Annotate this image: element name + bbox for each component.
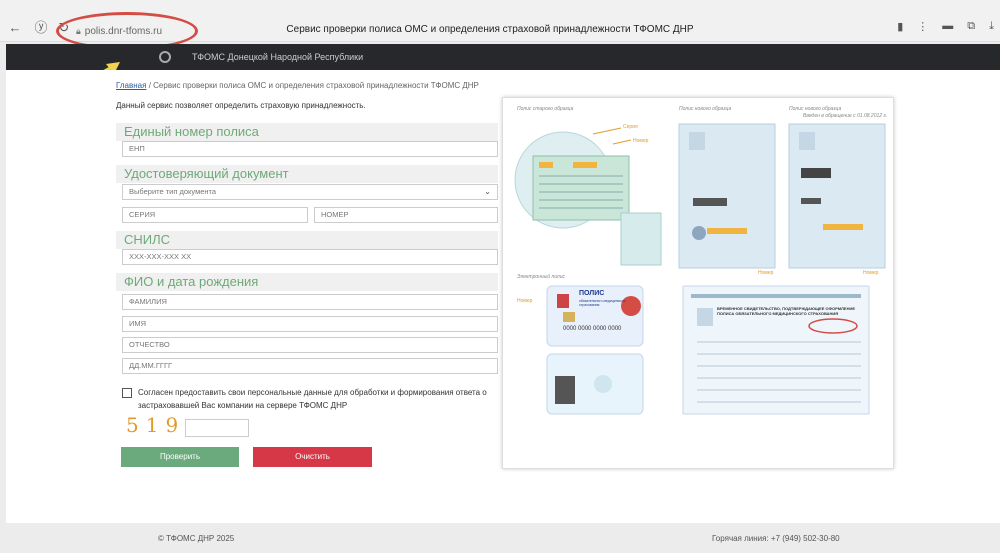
browser-toolbar: ← ⓨ ↻ 🔒︎ polis.dnr-tfoms.ru Сервис прове… <box>0 0 1000 50</box>
minimize-icon[interactable]: ▬ <box>942 20 953 33</box>
intro-text: Данный сервис позволяет определить страх… <box>116 101 366 110</box>
check-button[interactable]: Проверить <box>121 447 239 467</box>
policy-samples-image: Полис старого образца Полис нового образ… <box>502 97 894 469</box>
bookmark-icon[interactable]: ▮ <box>897 20 903 33</box>
site-brand[interactable]: ТФОМС Донецкой Народной Республики <box>192 52 363 62</box>
consent-checkbox[interactable] <box>122 388 132 398</box>
menu-dots-icon[interactable]: ⋮ <box>917 20 928 33</box>
seria-label: Серия <box>623 124 638 130</box>
electronic-caption: Электронный полис <box>517 274 566 280</box>
captcha-input[interactable] <box>185 419 249 437</box>
captcha-image: 519 <box>126 413 186 437</box>
breadcrumb-home-link[interactable]: Главная <box>116 81 146 90</box>
chevron-down-icon: ⌄ <box>484 187 491 196</box>
card-number: 0000 0000 0000 0000 <box>563 326 622 332</box>
new-policy-caption-2: Полис нового образца <box>789 106 842 112</box>
middlename-input[interactable]: ОТЧЕСТВО <box>122 337 498 353</box>
site-header: ТФОМС Донецкой Народной Республики <box>6 44 1000 70</box>
back-icon[interactable]: ← <box>8 21 22 35</box>
nomer-label: Номер <box>633 138 649 144</box>
consent-text: Согласен предоставить свои персональные … <box>138 388 487 410</box>
breadcrumb: Главная / Сервис проверки полиса ОМС и о… <box>116 81 479 90</box>
card-title: ПОЛИС <box>579 290 605 297</box>
extension-icon[interactable]: ⧉ <box>967 20 975 33</box>
section-policy-title: Единый номер полиса <box>116 123 498 141</box>
nomer-label-3: Номер <box>863 270 879 276</box>
snils-input[interactable]: XXX-XXX-XXX XX <box>122 249 498 265</box>
nomer-label-2: Номер <box>758 270 774 276</box>
card-subtitle: обязательного медицинского страхования <box>579 299 627 307</box>
policy-samples-drawing <box>514 123 886 415</box>
footer-copyright: © ТФОМС ДНР 2025 <box>158 534 235 543</box>
series-input[interactable]: СЕРИЯ <box>122 207 308 223</box>
clear-button[interactable]: Очистить <box>253 447 372 467</box>
new-policy-subcaption: Введен в обращение с 01.08.2012 г. <box>803 113 888 119</box>
section-person-title: ФИО и дата рождения <box>116 273 498 291</box>
temp-cert-title: ВРЕМЕННОЕ СВИДЕТЕЛЬСТВО, ПОДТВЕРЖДАЮЩЕЕ … <box>717 306 856 316</box>
firstname-input[interactable]: ИМЯ <box>122 316 498 332</box>
nomer-label-4: Номер <box>517 298 533 304</box>
footer-hotline: Горячая линия: +7 (949) 502-30-80 <box>712 534 840 543</box>
number-input[interactable]: НОМЕР <box>314 207 498 223</box>
breadcrumb-current: Сервис проверки полиса ОМС и определения… <box>153 81 479 90</box>
enp-input[interactable]: ЕНП <box>122 141 498 157</box>
section-document-title: Удостоверяющий документ <box>116 165 498 183</box>
download-icon[interactable]: ⤓ <box>989 20 994 33</box>
main-page: Главная / Сервис проверки полиса ОМС и о… <box>6 70 1000 523</box>
page-title: Сервис проверки полиса ОМС и определения… <box>286 24 694 35</box>
new-policy-caption: Полис нового образца <box>679 106 732 112</box>
lastname-input[interactable]: ФАМИЛИЯ <box>122 294 498 310</box>
birthdate-input[interactable]: ДД.ММ.ГГГГ <box>122 358 498 374</box>
yandex-icon[interactable]: ⓨ <box>34 21 48 35</box>
footer: © ТФОМС ДНР 2025 Горячая линия: +7 (949)… <box>6 523 1000 553</box>
document-type-select[interactable]: Выберите тип документа ⌄ <box>122 184 498 200</box>
section-snils-title: СНИЛС <box>116 231 498 249</box>
old-policy-caption: Полис старого образца <box>517 106 574 112</box>
emblem-icon <box>159 51 171 63</box>
